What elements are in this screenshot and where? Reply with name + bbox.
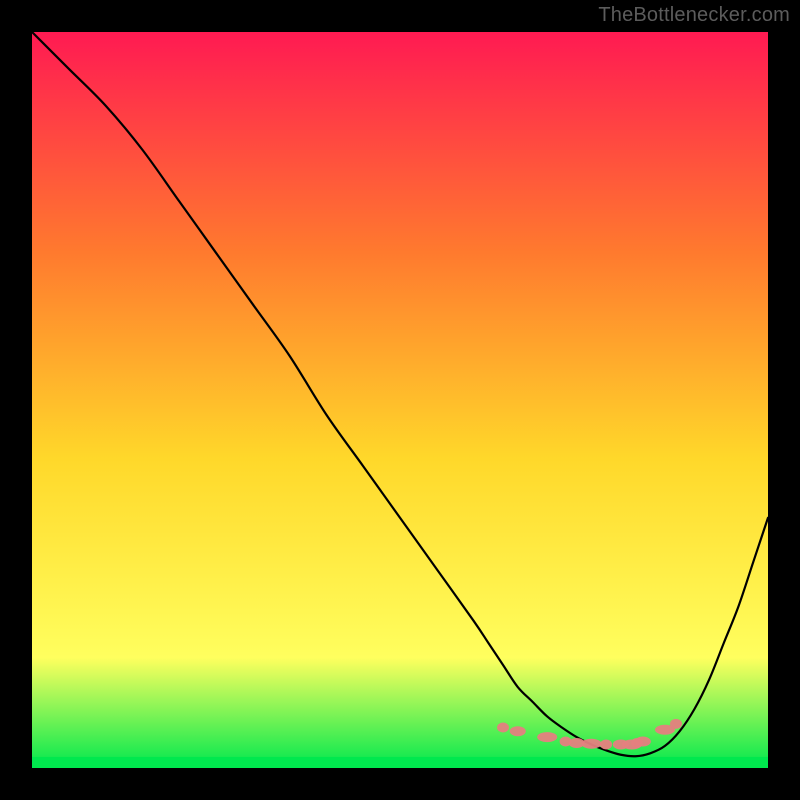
watermark-label: TheBottlenecker.com — [598, 4, 790, 27]
marker-dot — [635, 737, 651, 747]
marker-dot — [497, 723, 509, 733]
bottleneck-chart — [32, 32, 768, 768]
marker-dot — [581, 739, 601, 749]
green-band — [32, 757, 768, 768]
plot-area — [32, 32, 768, 768]
gradient-background — [32, 32, 768, 768]
marker-dot — [537, 732, 557, 742]
chart-frame: TheBottlenecker.com — [0, 0, 800, 800]
marker-dot — [670, 719, 682, 729]
marker-dot — [510, 726, 526, 736]
marker-dot — [600, 739, 612, 749]
